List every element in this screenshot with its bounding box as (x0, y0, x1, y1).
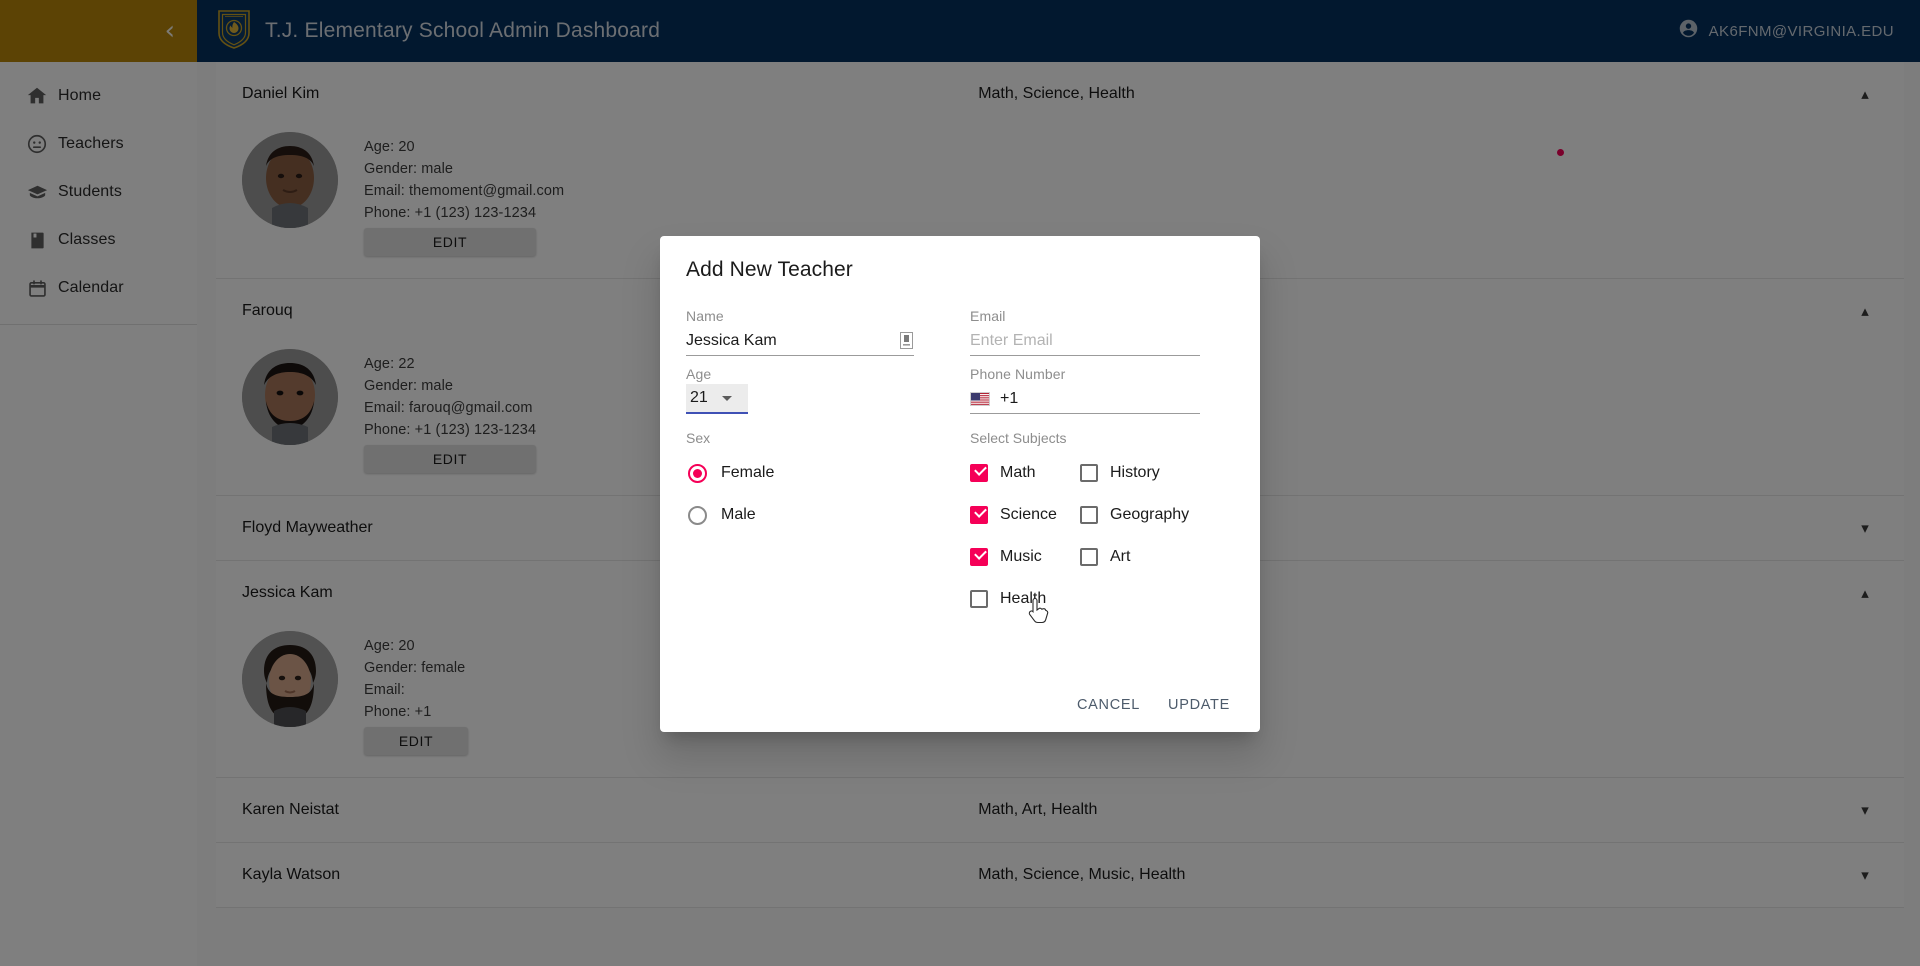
checkbox-art[interactable]: Art (1080, 536, 1190, 578)
checkbox-label: Health (1000, 590, 1047, 607)
checkbox-label: Science (1000, 506, 1057, 523)
radio-female[interactable]: Female (686, 452, 960, 494)
radio-label: Female (721, 464, 775, 481)
checkbox-label: Art (1110, 548, 1131, 565)
checkbox-unchecked-icon (1080, 548, 1098, 566)
radio-button-selected-icon (688, 463, 707, 483)
cancel-button[interactable]: CANCEL (1065, 688, 1152, 722)
checkbox-label: Geography (1110, 506, 1190, 523)
checkbox-label: Music (1000, 548, 1042, 565)
subjects-grid: Math History Science Geography Music Art… (970, 452, 1234, 620)
radio-button-unselected-icon (688, 505, 707, 525)
email-input[interactable] (970, 326, 1200, 355)
age-select[interactable]: 21 (686, 384, 748, 414)
update-button[interactable]: UPDATE (1156, 688, 1242, 722)
phone-label: Phone Number (970, 366, 1066, 382)
radio-label: Male (721, 506, 756, 523)
name-label: Name (686, 308, 724, 324)
checkbox-math[interactable]: Math (970, 452, 1080, 494)
checkbox-checked-icon (970, 464, 988, 482)
sex-group: Sex Female Male (686, 430, 960, 536)
dialog-right-column: Email Phone Number (960, 308, 1234, 620)
dialog-title: Add New Teacher (686, 258, 853, 281)
dialog-actions: CANCEL UPDATE (1065, 688, 1242, 722)
checkbox-checked-icon (970, 506, 988, 524)
name-input[interactable] (686, 326, 898, 355)
name-input-wrapper (686, 326, 914, 356)
checkbox-history[interactable]: History (1080, 452, 1190, 494)
app-root: ‹ Home Teachers (0, 0, 1920, 966)
checkbox-geography[interactable]: Geography (1080, 494, 1190, 536)
sex-label: Sex (686, 430, 711, 446)
subjects-group: Select Subjects Math History Science Geo… (970, 430, 1234, 620)
phone-value: +1 (1000, 389, 1019, 407)
checkbox-unchecked-icon (1080, 464, 1098, 482)
email-input-wrapper (970, 326, 1200, 356)
add-new-teacher-dialog: Add New Teacher Name Jessica Kam Age 21 … (660, 236, 1260, 732)
email-label: Email (970, 308, 1006, 324)
checkbox-unchecked-icon (1080, 506, 1098, 524)
id-card-icon[interactable] (898, 331, 914, 351)
email-field-group: Email (970, 308, 1234, 356)
dialog-left-column: Name Age (686, 308, 960, 620)
phone-input-wrapper[interactable]: +1 (970, 384, 1200, 414)
age-label: Age (686, 366, 712, 382)
checkbox-checked-icon (970, 548, 988, 566)
age-field-group: Age 21 (686, 366, 960, 414)
us-flag-icon[interactable] (970, 391, 990, 406)
dialog-body: Name Age (660, 282, 1260, 620)
checkbox-music[interactable]: Music (970, 536, 1080, 578)
checkbox-health[interactable]: Health (970, 578, 1080, 620)
subjects-label: Select Subjects (970, 430, 1067, 446)
checkbox-science[interactable]: Science (970, 494, 1080, 536)
checkbox-label: History (1110, 464, 1160, 481)
checkbox-label: Math (1000, 464, 1036, 481)
checkbox-unchecked-icon (970, 590, 988, 608)
radio-male[interactable]: Male (686, 494, 960, 536)
name-field-group: Name (686, 308, 960, 356)
age-select-value: 21 (690, 389, 708, 406)
caret-down-icon (721, 395, 732, 401)
phone-field-group: Phone Number +1 (970, 366, 1234, 414)
